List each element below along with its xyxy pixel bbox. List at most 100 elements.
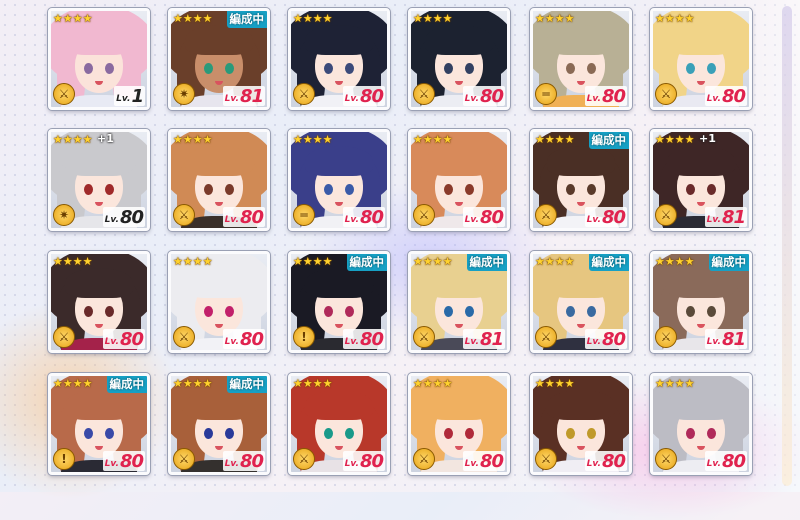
- rarity-stars: ★★★★: [293, 377, 333, 390]
- weapon-type-icon: ✷: [53, 204, 75, 226]
- limit-break-count: +1: [699, 132, 716, 145]
- character-card[interactable]: ★★★★ ⚔ Lv. 80: [530, 373, 632, 475]
- character-card[interactable]: ★★★★ ⚔ Lv. 1: [48, 8, 150, 110]
- level-value: 80: [601, 86, 626, 107]
- rarity-stars: ★★★★: [173, 12, 213, 25]
- in-party-badge: 編成中: [588, 254, 629, 271]
- level-value: 80: [479, 207, 504, 228]
- rarity-stars: ★★★★: [535, 12, 575, 25]
- character-card[interactable]: ★★★★ 編成中 ⚔ Lv. 81: [408, 251, 510, 353]
- in-party-badge: 編成中: [466, 254, 507, 271]
- level-display: Lv. 80: [462, 451, 505, 472]
- rarity-stars: ★★★★: [173, 255, 213, 268]
- level-display: Lv. 80: [584, 207, 627, 227]
- weapon-type-icon: ⚔: [535, 448, 557, 470]
- weapon-type-icon: ⚔: [173, 448, 195, 470]
- character-card[interactable]: ★★★★ ⚔ Lv. 80: [288, 373, 390, 475]
- in-party-badge: 編成中: [588, 132, 629, 149]
- level-value: 80: [359, 451, 384, 472]
- level-display: Lv. 80: [462, 86, 505, 107]
- level-display: Lv. 80: [102, 451, 145, 471]
- character-card[interactable]: ★★★★ 編成中 ✷ Lv. 81: [168, 8, 270, 110]
- rarity-stars: ★★★★: [53, 377, 93, 390]
- level-display: Lv. 80: [342, 329, 385, 349]
- character-card[interactable]: ★★★★ ⚔ Lv. 80: [48, 251, 150, 353]
- character-card[interactable]: ★★★★ ⚔ Lv. 80: [168, 251, 270, 353]
- level-value: 80: [359, 86, 384, 107]
- level-prefix: Lv.: [116, 94, 131, 104]
- level-display: Lv. 81: [222, 86, 265, 107]
- character-card[interactable]: ★★★★ ⚔ Lv. 80: [408, 373, 510, 475]
- rarity-stars: ★★★★: [173, 377, 213, 390]
- level-display: Lv. 81: [704, 207, 747, 228]
- character-card[interactable]: ★★★★ ⚔ Lv. 80: [288, 8, 390, 110]
- character-card[interactable]: ★★★★ ⚔ Lv. 80: [408, 129, 510, 231]
- weapon-type-icon: ⚔: [413, 326, 435, 348]
- weapon-type-icon: ⚔: [413, 204, 435, 226]
- level-prefix: Lv.: [224, 459, 239, 469]
- weapon-type-icon: ⚔: [535, 326, 557, 348]
- level-prefix: Lv.: [586, 337, 601, 347]
- level-prefix: Lv.: [706, 337, 721, 347]
- rarity-stars: ★★★★: [413, 377, 453, 390]
- in-party-badge: 編成中: [106, 376, 147, 393]
- character-card[interactable]: ★★★★ +1 ⚔ Lv. 81: [650, 129, 752, 231]
- level-display: Lv. 81: [704, 329, 747, 349]
- rarity-stars: ★★★★: [293, 255, 333, 268]
- level-display: Lv. 80: [342, 207, 385, 228]
- weapon-type-icon: ⚔: [293, 448, 315, 470]
- level-prefix: Lv.: [344, 459, 359, 469]
- in-party-badge: 編成中: [708, 254, 749, 271]
- level-display: Lv. 80: [584, 86, 627, 107]
- weapon-type-icon: ⚔: [413, 83, 435, 105]
- weapon-type-icon: !: [53, 448, 75, 470]
- level-prefix: Lv.: [224, 215, 239, 225]
- character-card[interactable]: ★★★★ 編成中 ⚔ Lv. 80: [530, 129, 632, 231]
- level-display: Lv. 80: [102, 207, 145, 227]
- weapon-type-icon: ⚔: [173, 326, 195, 348]
- character-card[interactable]: ★★★★ 編成中! Lv. 80: [48, 373, 150, 475]
- level-display: Lv. 80: [222, 207, 265, 227]
- rarity-stars: ★★★★: [535, 255, 575, 268]
- level-value: 80: [479, 451, 504, 472]
- level-prefix: Lv.: [104, 337, 119, 347]
- character-card[interactable]: ★★★★ 編成中 ⚔ Lv. 80: [168, 373, 270, 475]
- level-value: 81: [239, 86, 264, 107]
- level-display: Lv. 80: [462, 207, 505, 228]
- in-party-badge: 編成中: [226, 11, 267, 28]
- level-prefix: Lv.: [464, 215, 479, 225]
- character-grid: ★★★★ ⚔ Lv. 1 ★★★★ 編成中 ✷ Lv. 81 ★★★★ ⚔ Lv. 80 ★★★★ ⚔ Lv.…: [0, 0, 800, 492]
- weapon-type-icon: ⚔: [53, 326, 75, 348]
- rarity-stars: ★★★★: [655, 12, 695, 25]
- level-prefix: Lv.: [464, 94, 479, 104]
- level-display: Lv. 81: [462, 329, 505, 349]
- level-value: 80: [479, 86, 504, 107]
- rarity-stars: ★★★★: [413, 12, 453, 25]
- character-card[interactable]: ★★★★ +1 ✷ Lv. 80: [48, 129, 150, 231]
- character-card[interactable]: ★★★★ ⚔ Lv. 80: [650, 373, 752, 475]
- level-value: 81: [721, 207, 746, 228]
- character-card[interactable]: ★★★★ ⚔ Lv. 80: [650, 8, 752, 110]
- level-value: 80: [239, 451, 264, 472]
- character-card[interactable]: ★★★★ 編成中 ⚔ Lv. 81: [650, 251, 752, 353]
- character-card[interactable]: ★★★★ ═ Lv. 80: [530, 8, 632, 110]
- rarity-stars: ★★★★: [655, 255, 695, 268]
- character-card[interactable]: ★★★★ 編成中! Lv. 80: [288, 251, 390, 353]
- level-prefix: Lv.: [464, 459, 479, 469]
- level-prefix: Lv.: [586, 459, 601, 469]
- rarity-stars: ★★★★: [173, 133, 213, 146]
- level-value: 80: [359, 207, 384, 228]
- weapon-type-icon: ⚔: [535, 204, 557, 226]
- character-card[interactable]: ★★★★ 編成中 ⚔ Lv. 80: [530, 251, 632, 353]
- weapon-type-icon: !: [293, 326, 315, 348]
- level-display: Lv. 80: [704, 451, 747, 471]
- rarity-stars: ★★★★: [53, 133, 93, 146]
- character-card[interactable]: ★★★★ ⚔ Lv. 80: [168, 129, 270, 231]
- in-party-badge: 編成中: [346, 254, 387, 271]
- level-value: 80: [601, 329, 626, 350]
- weapon-type-icon: ⚔: [655, 83, 677, 105]
- level-prefix: Lv.: [706, 215, 721, 225]
- level-display: Lv. 80: [222, 451, 265, 472]
- character-card[interactable]: ★★★★ ⚔ Lv. 80: [408, 8, 510, 110]
- character-card[interactable]: ★★★★ ═ Lv. 80: [288, 129, 390, 231]
